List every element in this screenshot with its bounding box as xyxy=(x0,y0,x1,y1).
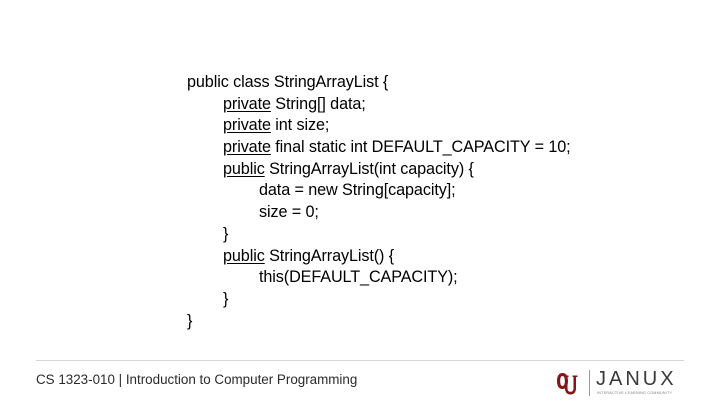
code-text: this(DEFAULT_CAPACITY); xyxy=(259,268,458,287)
code-line-close-constructor-2: } xyxy=(187,289,647,311)
code-text: data = new String[capacity]; xyxy=(259,181,456,200)
code-text: StringArrayList() { xyxy=(264,246,395,265)
ou-logo-icon xyxy=(557,373,578,395)
code-text: final static int DEFAULT_CAPACITY = 10; xyxy=(270,138,571,157)
code-text: StringArrayList(int capacity) { xyxy=(264,159,474,178)
code-line-this-call: this(DEFAULT_CAPACITY); xyxy=(187,267,647,289)
janux-wordmark: JANUX xyxy=(596,368,677,390)
code-line-constructor-2: public StringArrayList() { xyxy=(187,246,647,268)
code-line-close-class: } xyxy=(187,311,647,333)
keyword-private: private xyxy=(223,138,271,157)
code-line-constructor-1: public StringArrayList(int capacity) { xyxy=(187,159,647,181)
code-line-data-assign: data = new String[capacity]; xyxy=(187,180,647,202)
code-text: } xyxy=(223,289,229,308)
slide: public class StringArrayList { private S… xyxy=(0,0,720,405)
course-title: CS 1323-010 | Introduction to Computer P… xyxy=(36,372,358,387)
code-text: } xyxy=(223,224,229,243)
code-text: String[] data; xyxy=(270,94,366,113)
code-block: public class StringArrayList { private S… xyxy=(187,72,647,332)
logo-separator xyxy=(589,370,590,396)
code-line-size-assign: size = 0; xyxy=(187,202,647,224)
code-text: int size; xyxy=(270,116,330,135)
keyword-private: private xyxy=(223,94,271,113)
janux-logo: JANUX INTERACTIVE LEARNING COMMUNITY xyxy=(596,368,688,398)
janux-tagline: INTERACTIVE LEARNING COMMUNITY xyxy=(597,391,673,395)
code-line-field-data: private String[] data; xyxy=(187,94,647,116)
code-text: size = 0; xyxy=(259,203,319,222)
keyword-private: private xyxy=(223,116,271,135)
footer-divider xyxy=(36,360,684,361)
code-line-close-constructor-1: } xyxy=(187,224,647,246)
code-line-class-decl: public class StringArrayList { xyxy=(187,72,647,94)
code-line-field-capacity: private final static int DEFAULT_CAPACIT… xyxy=(187,137,647,159)
code-line-field-size: private int size; xyxy=(187,115,647,137)
code-text: } xyxy=(187,311,193,330)
footer-logos: JANUX INTERACTIVE LEARNING COMMUNITY xyxy=(556,368,688,398)
code-text: public class StringArrayList { xyxy=(187,73,389,91)
keyword-public: public xyxy=(223,159,265,178)
keyword-public: public xyxy=(223,246,265,265)
